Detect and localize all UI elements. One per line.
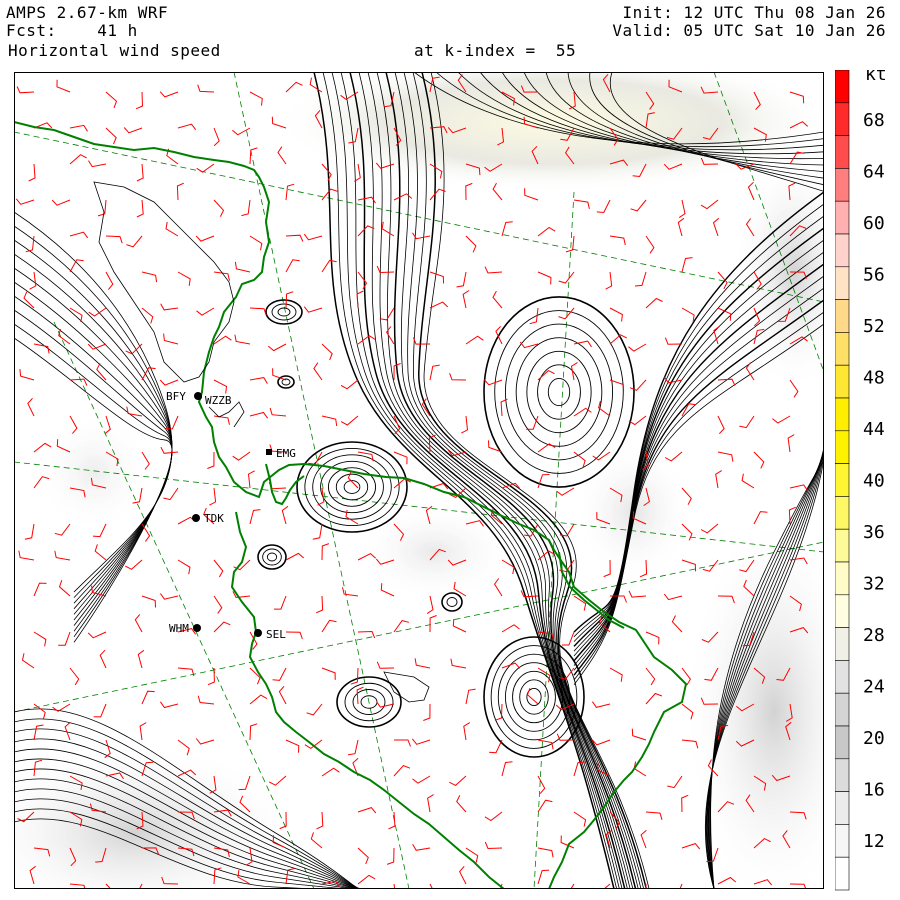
colorbar-tick-label: 20 xyxy=(863,728,885,749)
colorbar-tick-label: 68 xyxy=(863,110,885,131)
svg-text:TDK: TDK xyxy=(204,512,224,525)
vertical-level: at k-index = 55 xyxy=(414,41,577,60)
wind-map: WZZB BFY TDK WHM SEL EMG xyxy=(14,72,824,889)
colorbar-tick-label: 12 xyxy=(863,831,885,852)
colorbar-cell xyxy=(835,496,850,530)
colorbar-tick-label: 28 xyxy=(863,625,885,646)
colorbar-cell xyxy=(835,791,850,825)
colorbar-cell xyxy=(835,102,850,136)
colorbar-tick-label: 48 xyxy=(863,368,885,389)
model-title: AMPS 2.67-km WRF xyxy=(6,3,169,22)
colorbar-labels: 68 64 60 56 52 48 44 40 36 32 28 24 20 16 12 xyxy=(863,110,885,852)
colorbar-cell xyxy=(835,364,850,399)
colorbar-cell xyxy=(835,725,850,760)
colorbar-cell xyxy=(835,168,850,202)
svg-text:BFY: BFY xyxy=(166,390,186,403)
colorbar-cell xyxy=(835,70,850,104)
forecast-hour: Fcst: 41 h xyxy=(6,21,138,40)
colorbar-cell xyxy=(835,824,850,858)
init-time: Init: 12 UTC Thu 08 Jan 26 xyxy=(622,3,886,22)
valid-time: Valid: 05 UTC Sat 10 Jan 26 xyxy=(612,21,886,40)
colorbar-cell xyxy=(835,627,850,661)
colorbar-unit: kt xyxy=(865,70,887,85)
colorbar-tick-label: 32 xyxy=(863,574,885,595)
colorbar-tick-label: 56 xyxy=(863,265,885,286)
colorbar-tick-label: 44 xyxy=(863,419,885,440)
colorbar-cell xyxy=(835,692,850,727)
colorbar-cell xyxy=(835,660,850,694)
svg-text:SEL: SEL xyxy=(266,628,286,641)
svg-text:EMG: EMG xyxy=(276,447,296,460)
colorbar-cell xyxy=(835,299,850,333)
variable-name: Horizontal wind speed xyxy=(8,41,221,60)
colorbar-cell xyxy=(835,135,850,169)
colorbar-tick-label: 16 xyxy=(863,780,885,801)
colorbar-tick-label: 24 xyxy=(863,677,885,698)
colorbar-cell xyxy=(835,200,850,235)
colorbar-cell xyxy=(835,397,850,432)
colorbar-cell xyxy=(835,233,850,268)
colorbar-tick-label: 52 xyxy=(863,316,885,337)
colorbar-tick-label: 40 xyxy=(863,471,885,492)
svg-text:WHM: WHM xyxy=(169,622,189,635)
svg-text:WZZB: WZZB xyxy=(205,394,232,407)
colorbar-cell xyxy=(835,266,850,300)
colorbar-cell xyxy=(835,463,850,497)
colorbar-tick-label: 36 xyxy=(863,522,885,543)
colorbar-cell xyxy=(835,332,850,366)
colorbar-tick-label: 60 xyxy=(863,213,885,234)
colorbar-cell xyxy=(835,561,850,596)
colorbar-cell xyxy=(835,856,850,891)
colorbar-cell xyxy=(835,528,850,563)
colorbar-cells xyxy=(835,70,850,891)
colorbar-cell xyxy=(835,758,850,792)
colorbar-cell xyxy=(835,430,850,464)
colorbar-cell xyxy=(835,594,850,628)
colorbar-tick-label: 64 xyxy=(863,162,885,183)
colorbar-legend: kt 68 64 60 56 52 48 44 40 36 32 28 24 20 16 12 xyxy=(835,70,887,891)
